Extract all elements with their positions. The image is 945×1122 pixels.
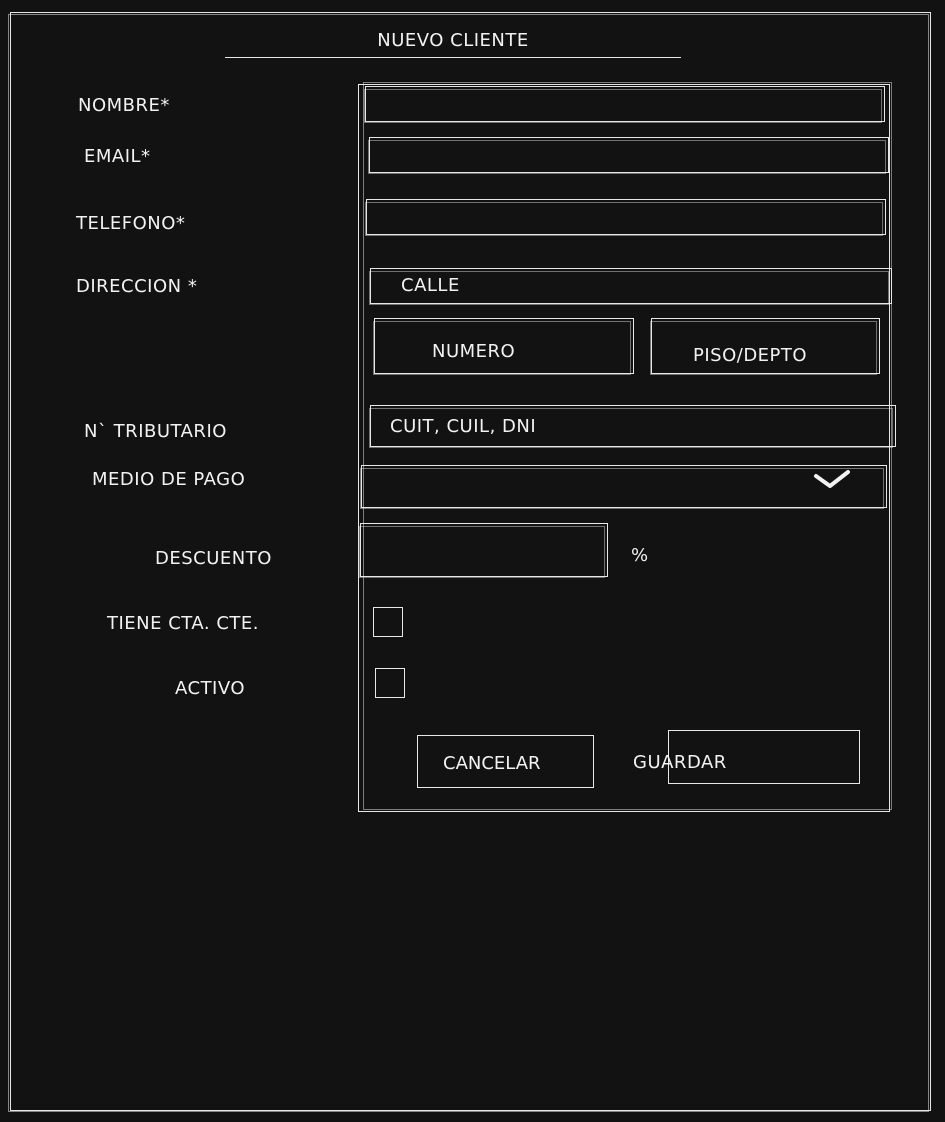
calle-input[interactable]: CALLE: [369, 268, 892, 305]
calle-placeholder: CALLE: [401, 275, 460, 296]
numero-input[interactable]: NUMERO: [373, 318, 634, 375]
cta-cte-checkbox[interactable]: [373, 607, 403, 637]
nombre-input[interactable]: [364, 86, 885, 123]
percent-symbol: %: [631, 545, 649, 566]
medio-pago-select[interactable]: [360, 465, 887, 509]
email-label: EMAIL*: [84, 146, 151, 167]
activo-label: ACTIVO: [175, 678, 246, 699]
piso-depto-placeholder: PISO/DEPTO: [693, 345, 808, 366]
tributario-input[interactable]: CUIT, CUIL, DNI: [369, 405, 896, 448]
form-panel: [358, 82, 892, 812]
cancel-button-label: CANCELAR: [443, 753, 541, 774]
tributario-placeholder: CUIT, CUIL, DNI: [390, 416, 537, 437]
numero-placeholder: NUMERO: [432, 341, 516, 362]
nombre-label: NOMBRE*: [78, 95, 170, 116]
telefono-input[interactable]: [365, 199, 886, 236]
descuento-label: DESCUENTO: [155, 548, 272, 569]
save-button-label[interactable]: GUARDAR: [633, 752, 727, 773]
tributario-label: N` TRIBUTARIO: [84, 421, 227, 442]
title-underline: [225, 57, 681, 58]
activo-checkbox[interactable]: [375, 668, 405, 698]
cta-cte-label: TIENE CTA. CTE.: [107, 613, 260, 634]
medio-pago-label: MEDIO DE PAGO: [92, 469, 246, 490]
direccion-label: DIRECCION *: [76, 276, 198, 297]
descuento-input[interactable]: [359, 523, 608, 578]
email-input[interactable]: [368, 137, 889, 174]
cancel-button[interactable]: CANCELAR: [417, 735, 594, 788]
telefono-label: TELEFONO*: [76, 213, 186, 234]
page-title: NUEVO CLIENTE: [377, 30, 529, 51]
chevron-down-icon: [814, 470, 850, 488]
piso-depto-input[interactable]: PISO/DEPTO: [650, 318, 880, 375]
